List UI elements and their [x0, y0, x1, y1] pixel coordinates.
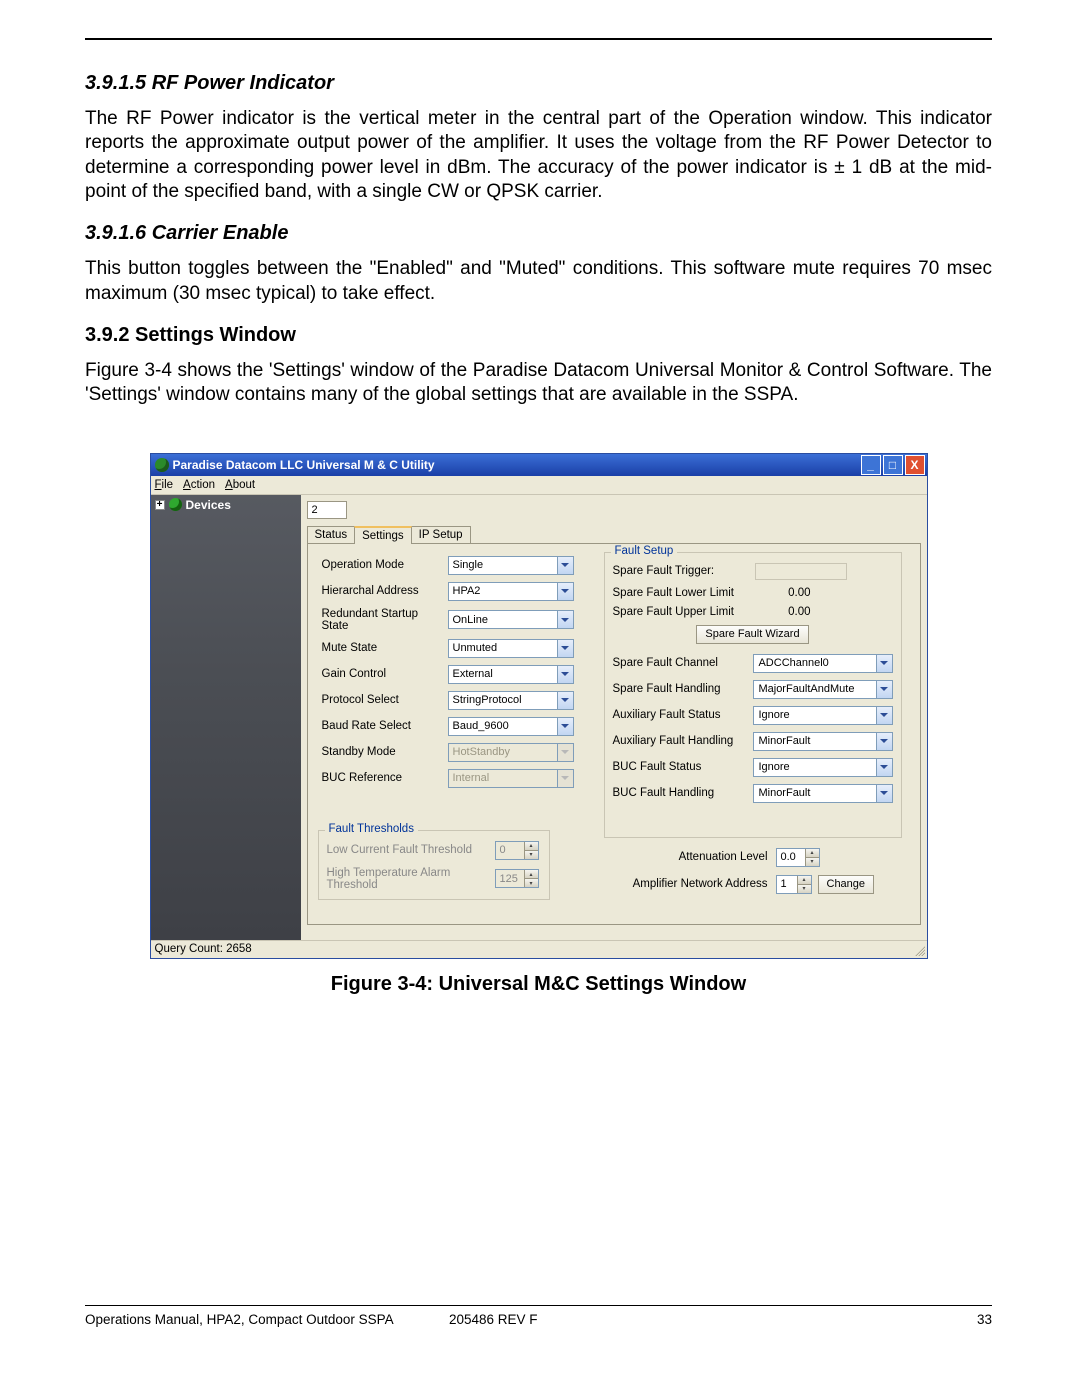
combo-protocol-select[interactable]: StringProtocol — [448, 691, 574, 710]
heading-carrier-enable: 3.9.1.6 Carrier Enable — [85, 222, 992, 245]
combo-mute-state[interactable]: Unmuted — [448, 639, 574, 658]
label-redundant-startup: Redundant Startup State — [322, 608, 448, 632]
chevron-down-icon — [557, 744, 573, 761]
combo-spare-handling[interactable]: MajorFaultAndMute — [753, 680, 892, 699]
app-icon — [155, 458, 169, 472]
combo-spare-channel[interactable]: ADCChannel0 — [753, 654, 892, 673]
input-spare-trigger[interactable] — [755, 563, 847, 580]
chevron-down-icon — [876, 759, 892, 776]
tab-ip-setup[interactable]: IP Setup — [411, 526, 471, 544]
label-baud-rate: Baud Rate Select — [322, 720, 448, 732]
para-settings-window: Figure 3-4 shows the 'Settings' window o… — [85, 359, 992, 408]
menu-file[interactable]: File — [155, 479, 174, 491]
group-fault-thresholds: Fault Thresholds Low Current Fault Thres… — [318, 830, 550, 900]
legend-fault-setup: Fault Setup — [611, 545, 678, 557]
close-button[interactable]: X — [905, 455, 925, 475]
combo-baud-rate[interactable]: Baud_9600 — [448, 717, 574, 736]
globe-icon — [169, 498, 182, 511]
combo-buc-status[interactable]: Ignore — [753, 758, 892, 777]
chevron-down-icon — [876, 681, 892, 698]
change-button[interactable]: Change — [818, 875, 875, 894]
combo-buc-reference: Internal — [448, 769, 574, 788]
label-high-temp: High Temperature Alarm Threshold — [327, 867, 495, 891]
combo-redundant-startup[interactable]: OnLine — [448, 610, 574, 629]
label-spare-handling: Spare Fault Handling — [613, 683, 754, 695]
para-rf-power: The RF Power indicator is the vertical m… — [85, 107, 992, 204]
device-tree[interactable]: + Devices — [151, 495, 301, 940]
label-upper-limit: Spare Fault Upper Limit — [613, 606, 755, 618]
label-operation-mode: Operation Mode — [322, 559, 448, 571]
chevron-down-icon — [557, 557, 573, 574]
figure-caption: Figure 3-4: Universal M&C Settings Windo… — [85, 973, 992, 996]
label-net-address: Amplifier Network Address — [618, 878, 776, 890]
tree-expander-icon[interactable]: + — [155, 500, 165, 510]
chevron-down-icon — [557, 770, 573, 787]
label-buc-handling: BUC Fault Handling — [613, 787, 754, 799]
combo-gain-control[interactable]: External — [448, 665, 574, 684]
para-carrier-enable: This button toggles between the "Enabled… — [85, 257, 992, 306]
combo-hierarchal-address[interactable]: HPA2 — [448, 582, 574, 601]
status-bar: Query Count: 2658 — [151, 940, 927, 958]
chevron-down-icon — [876, 707, 892, 724]
minimize-button[interactable]: _ — [861, 455, 881, 475]
label-hierarchal-address: Hierarchal Address — [322, 585, 448, 597]
label-aux-status: Auxiliary Fault Status — [613, 709, 754, 721]
chevron-down-icon — [557, 718, 573, 735]
label-aux-handling: Auxiliary Fault Handling — [613, 735, 754, 747]
label-mute-state: Mute State — [322, 642, 448, 654]
tab-settings[interactable]: Settings — [354, 526, 412, 544]
chevron-down-icon — [876, 733, 892, 750]
label-protocol-select: Protocol Select — [322, 694, 448, 706]
footer-page-number: 33 — [977, 1312, 992, 1327]
settings-tab-body: Operation Mode Single Hierarchal Address… — [307, 543, 921, 925]
chevron-down-icon — [557, 583, 573, 600]
resize-grip-icon[interactable] — [913, 944, 925, 956]
combo-standby-mode: HotStandby — [448, 743, 574, 762]
page-footer: Operations Manual, HPA2, Compact Outdoor… — [85, 1305, 992, 1327]
label-low-current: Low Current Fault Threshold — [327, 844, 495, 856]
spare-fault-wizard-button[interactable]: Spare Fault Wizard — [696, 625, 808, 644]
label-buc-status: BUC Fault Status — [613, 761, 754, 773]
maximize-button[interactable]: □ — [883, 455, 903, 475]
chevron-down-icon — [557, 692, 573, 709]
spin-attenuation[interactable]: 0.0▴▾ — [776, 848, 820, 867]
window-titlebar[interactable]: Paradise Datacom LLC Universal M & C Uti… — [151, 454, 927, 476]
device-id-input[interactable]: 2 — [307, 501, 347, 519]
label-attenuation: Attenuation Level — [618, 851, 776, 863]
chevron-down-icon — [876, 785, 892, 802]
chevron-down-icon — [557, 611, 573, 628]
status-text: Query Count: 2658 — [155, 943, 252, 955]
menu-bar: File Action About — [151, 476, 927, 495]
label-buc-reference: BUC Reference — [322, 772, 448, 784]
chevron-down-icon — [876, 655, 892, 672]
label-lower-limit: Spare Fault Lower Limit — [613, 587, 755, 599]
spin-high-temp[interactable]: 125▴▾ — [495, 869, 539, 888]
label-spare-channel: Spare Fault Channel — [613, 657, 754, 669]
combo-aux-handling[interactable]: MinorFault — [753, 732, 892, 751]
footer-left: Operations Manual, HPA2, Compact Outdoor… — [85, 1312, 394, 1327]
menu-action[interactable]: Action — [183, 479, 215, 491]
heading-rf-power: 3.9.1.5 RF Power Indicator — [85, 72, 992, 95]
chevron-down-icon — [557, 666, 573, 683]
window-title: Paradise Datacom LLC Universal M & C Uti… — [173, 458, 435, 472]
value-upper-limit: 0.00 — [755, 606, 811, 618]
figure-settings-window: Paradise Datacom LLC Universal M & C Uti… — [150, 453, 928, 959]
label-standby-mode: Standby Mode — [322, 746, 448, 758]
combo-buc-handling[interactable]: MinorFault — [753, 784, 892, 803]
label-gain-control: Gain Control — [322, 668, 448, 680]
combo-operation-mode[interactable]: Single — [448, 556, 574, 575]
label-spare-trigger: Spare Fault Trigger: — [613, 565, 755, 577]
tab-status[interactable]: Status — [307, 526, 356, 544]
spin-net-address[interactable]: 1▴▾ — [776, 875, 812, 894]
group-fault-setup: Fault Setup Spare Fault Trigger: Spare F… — [604, 552, 902, 838]
footer-mid: 205486 REV F — [449, 1312, 538, 1327]
spin-low-current[interactable]: 0▴▾ — [495, 841, 539, 860]
tree-root-label: Devices — [186, 498, 231, 512]
combo-aux-status[interactable]: Ignore — [753, 706, 892, 725]
legend-fault-thresholds: Fault Thresholds — [325, 823, 418, 835]
value-lower-limit: 0.00 — [755, 587, 811, 599]
chevron-down-icon — [557, 640, 573, 657]
heading-settings-window: 3.9.2 Settings Window — [85, 324, 992, 347]
menu-about[interactable]: About — [225, 479, 255, 491]
